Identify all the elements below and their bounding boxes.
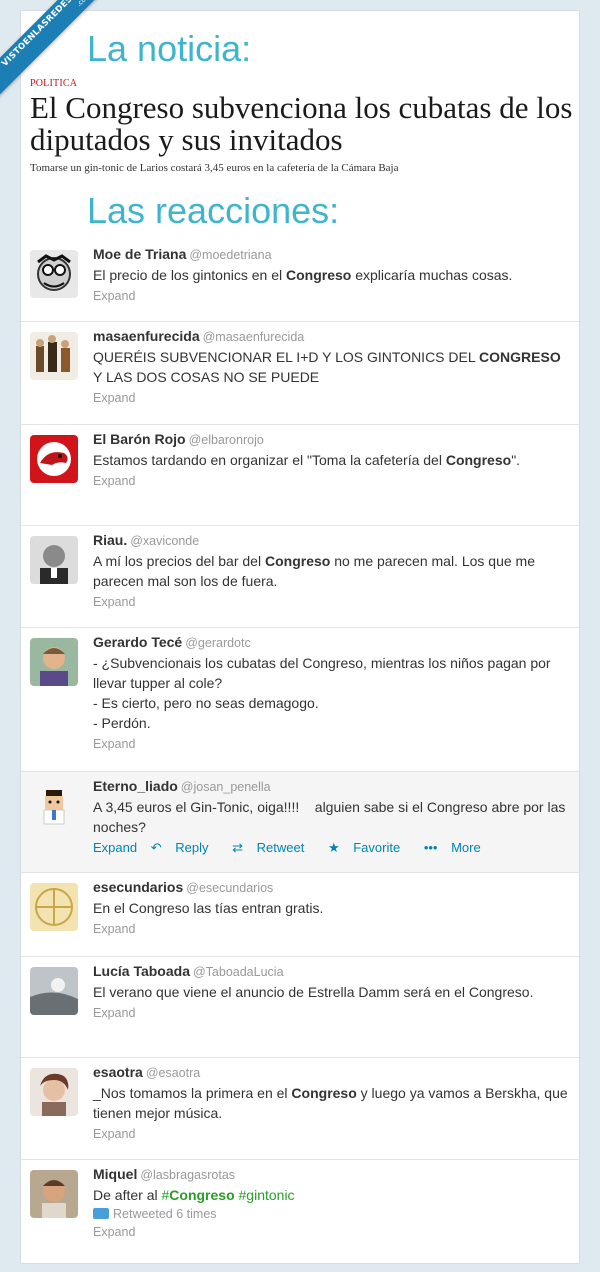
expand-link[interactable]: Expand xyxy=(93,391,135,405)
user-handle[interactable]: @masaenfurecida xyxy=(203,330,305,344)
avatar[interactable] xyxy=(30,883,78,931)
hashtag-gintonic[interactable]: #gintonic xyxy=(235,1187,295,1203)
hashtag-congreso[interactable]: #Congreso xyxy=(161,1187,234,1203)
retweet-button[interactable]: ⇄ Retweet xyxy=(232,840,314,855)
tweet-text: A 3,45 euros el Gin-Tonic, oiga!!!! algu… xyxy=(93,799,570,835)
expand-link[interactable]: Expand xyxy=(93,474,135,488)
avatar[interactable] xyxy=(30,435,78,483)
more-button[interactable]: ••• More xyxy=(424,840,491,855)
news-heading: La noticia: xyxy=(87,28,252,69)
tweet-text: - ¿Subvencionais los cubatas del Congres… xyxy=(93,655,551,731)
news-headline: El Congreso subvenciona los cubatas de l… xyxy=(30,90,573,157)
avatar[interactable] xyxy=(30,782,78,830)
expand-link[interactable]: Expand xyxy=(93,737,135,751)
tweet[interactable]: Lucía Taboada @TaboadaLucia El verano que… xyxy=(21,957,579,1058)
tweet[interactable]: esaotra @esaotra _Nos tomamos la primera … xyxy=(21,1058,579,1160)
avatar[interactable] xyxy=(30,1170,78,1218)
user-handle[interactable]: @esecundarios xyxy=(186,881,273,895)
tweet-text: Estamos tardando en organizar el "Toma l… xyxy=(93,452,521,468)
tweet-text: _Nos tomamos la primera en el Congreso y… xyxy=(93,1085,568,1121)
user-name[interactable]: Riau. xyxy=(93,532,127,548)
user-name[interactable]: esaotra xyxy=(93,1064,143,1080)
tweet[interactable]: Riau. @xaviconde A mí los precios del bar… xyxy=(21,526,579,628)
star-icon: ★ xyxy=(327,840,344,855)
user-handle[interactable]: @elbaronrojo xyxy=(189,433,264,447)
expand-link[interactable]: Expand xyxy=(93,1127,135,1141)
expand-link[interactable]: Expand xyxy=(93,289,135,303)
news-section-label: POLITICA xyxy=(30,78,78,89)
tweet-hovered[interactable]: Eterno_liado @josan_penella A 3,45 euros … xyxy=(21,772,579,873)
user-handle[interactable]: @moedetriana xyxy=(189,248,271,262)
tweet-text: El verano que viene el anuncio de Estrel… xyxy=(93,984,534,1000)
retweet-icon xyxy=(93,1208,109,1219)
expand-link[interactable]: Expand xyxy=(93,595,135,609)
tweet[interactable]: masaenfurecida @masaenfurecida QUERÉIS SU… xyxy=(21,322,579,425)
reply-button[interactable]: ↶ Reply xyxy=(151,840,219,855)
ribbon-domain: .com xyxy=(75,0,92,8)
user-name[interactable]: Lucía Taboada xyxy=(93,963,190,979)
user-handle[interactable]: @xaviconde xyxy=(130,534,199,548)
more-icon: ••• xyxy=(423,840,442,855)
tweet-text: A mí los precios del bar del Congreso no… xyxy=(93,553,535,589)
tweet[interactable]: El Barón Rojo @elbaronrojo Estamos tardan… xyxy=(21,425,579,526)
tweet[interactable]: Miquel @lasbragasrotas De after al #Congr… xyxy=(21,1160,579,1254)
user-name[interactable]: El Barón Rojo xyxy=(93,431,186,447)
user-name[interactable]: Miquel xyxy=(93,1166,137,1182)
user-name[interactable]: Moe de Triana xyxy=(93,246,186,262)
tweet[interactable]: Moe de Triana @moedetriana El precio de l… xyxy=(21,240,579,322)
user-handle[interactable]: @TaboadaLucia xyxy=(193,965,284,979)
user-name[interactable]: Eterno_liado xyxy=(93,778,178,794)
avatar[interactable] xyxy=(30,250,78,298)
user-handle[interactable]: @lasbragasrotas xyxy=(140,1168,235,1182)
user-handle[interactable]: @esaotra xyxy=(146,1066,200,1080)
user-handle[interactable]: @gerardotc xyxy=(185,636,251,650)
avatar[interactable] xyxy=(30,967,78,1015)
tweet-text: QUERÉIS SUBVENCIONAR EL I+D Y LOS GINTON… xyxy=(93,349,561,385)
avatar[interactable] xyxy=(30,638,78,686)
avatar[interactable] xyxy=(30,536,78,584)
tweet[interactable]: esecundarios @esecundarios En el Congreso… xyxy=(21,873,579,957)
tweet[interactable]: Gerardo Tecé @gerardotc - ¿Subvencionais … xyxy=(21,628,579,772)
tweet-actions: Expand ↶ Reply ⇄ Retweet ★ Favorite ••• … xyxy=(93,840,571,856)
tweet-text: El precio de los gintonics en el Congres… xyxy=(93,267,513,283)
user-handle[interactable]: @josan_penella xyxy=(181,780,271,794)
retweet-icon: ⇄ xyxy=(232,840,247,855)
avatar[interactable] xyxy=(30,1068,78,1116)
tweet-text: En el Congreso las tías entran gratis. xyxy=(93,900,324,916)
retweet-count: Retweeted 6 times xyxy=(93,1207,571,1221)
news-clipping: POLITICA El Congreso subvenciona los cub… xyxy=(30,78,575,174)
user-name[interactable]: masaenfurecida xyxy=(93,328,200,344)
avatar[interactable] xyxy=(30,332,78,380)
reply-icon: ↶ xyxy=(150,840,166,855)
news-lead: Tomarse un gin-tonic de Larios costará 3… xyxy=(30,162,399,174)
tweet-text: De after al #Congreso #gintonic xyxy=(93,1187,295,1203)
expand-link[interactable]: Expand xyxy=(93,922,135,936)
expand-link[interactable]: Expand xyxy=(93,840,137,855)
user-name[interactable]: Gerardo Tecé xyxy=(93,634,182,650)
reactions-heading: Las reacciones: xyxy=(87,190,340,231)
expand-link[interactable]: Expand xyxy=(93,1006,135,1020)
user-name[interactable]: esecundarios xyxy=(93,879,183,895)
expand-link[interactable]: Expand xyxy=(93,1225,135,1239)
favorite-button[interactable]: ★ Favorite xyxy=(328,840,410,855)
